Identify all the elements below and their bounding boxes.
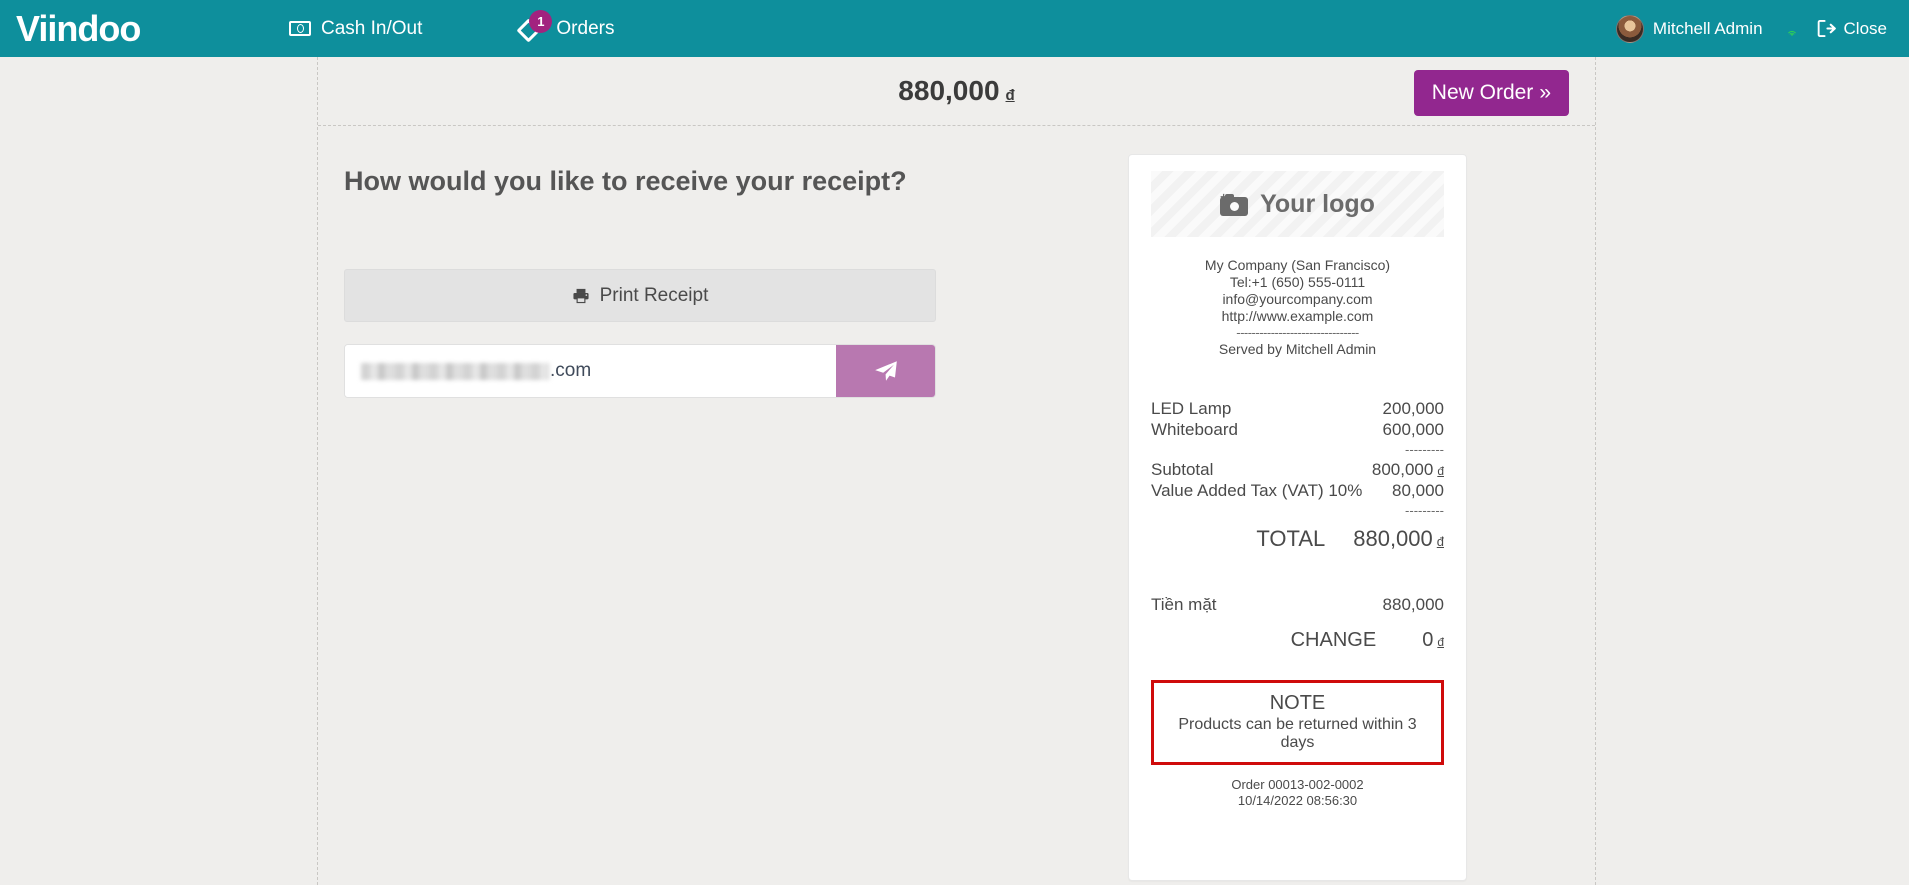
- order-total-currency: đ: [1006, 87, 1015, 104]
- close-label: Close: [1844, 19, 1887, 39]
- email-redacted-value: [361, 363, 549, 380]
- order-total-value: 880,000: [898, 75, 999, 107]
- nav-item-orders-label: Orders: [556, 18, 614, 40]
- receipt-item-name: LED Lamp: [1151, 399, 1231, 418]
- receipt-logo-label: Your logo: [1260, 190, 1375, 219]
- receipt-order-number: Order 00013-002-0002: [1151, 777, 1444, 793]
- receipt-paper: + Your logo My Company (San Francisco) T…: [1128, 154, 1467, 881]
- paper-plane-icon: [873, 358, 899, 384]
- receipt-company-phone: Tel:+1 (650) 555-0111: [1151, 274, 1444, 291]
- receipt-item-name: Whiteboard: [1151, 420, 1238, 439]
- nav-item-cash-in-out-label: Cash In/Out: [321, 18, 422, 40]
- page-title: How would you like to receive your recei…: [344, 166, 952, 197]
- new-order-label: New Order: [1432, 81, 1534, 105]
- ticket-icon: 1: [520, 16, 546, 42]
- receipt-tax-label: Value Added Tax (VAT) 10%: [1151, 481, 1362, 500]
- nav-item-cash-in-out[interactable]: Cash In/Out: [271, 0, 440, 57]
- receipt-options-panel: How would you like to receive your recei…: [318, 126, 978, 885]
- email-receipt-row: .com: [344, 344, 936, 398]
- receipt-subtotal-row: Subtotal 800,000 đ: [1151, 459, 1444, 480]
- order-summary-header: 880,000 đ New Order »: [318, 57, 1595, 126]
- receipt-payment-block: Tiền mặt 880,000 CHANGE 0 đ: [1151, 594, 1444, 652]
- receipt-total-row: TOTAL 880,000 đ: [1151, 520, 1444, 552]
- receipt-logo-placeholder[interactable]: + Your logo: [1151, 171, 1444, 237]
- receipt-screen: How would you like to receive your recei…: [318, 126, 1595, 885]
- receipt-total-value: 880,000: [1353, 526, 1433, 552]
- receipt-total-label: TOTAL: [1256, 526, 1325, 552]
- receipt-company-website: http://www.example.com: [1151, 308, 1444, 325]
- receipt-subtotal-currency: đ: [1437, 465, 1444, 478]
- cash-icon: [289, 21, 311, 36]
- receipt-item-amount: 200,000: [1383, 399, 1444, 418]
- printer-icon: [572, 288, 590, 304]
- receipt-footer-meta: Order 00013-002-0002 10/14/2022 08:56:30: [1151, 777, 1444, 810]
- receipt-payment-row: Tiền mặt 880,000: [1151, 594, 1444, 615]
- receipt-items-separator: ---------: [1151, 440, 1444, 459]
- order-total-amount: 880,000 đ: [898, 75, 1014, 107]
- receipt-subtotal-amount: 800,000 đ: [1372, 460, 1444, 479]
- receipt-company-name: My Company (San Francisco): [1151, 257, 1444, 274]
- receipt-payment-amount: 880,000: [1383, 595, 1444, 614]
- logout-icon: [1817, 20, 1836, 37]
- receipt-note-text: Products can be returned within 3 days: [1162, 716, 1433, 752]
- camera-icon: +: [1220, 192, 1250, 216]
- receipt-change-value: 0: [1422, 629, 1433, 652]
- receipt-served-by: Served by Mitchell Admin: [1151, 341, 1444, 358]
- receipt-item-amount: 600,000: [1383, 420, 1444, 439]
- email-domain-suffix: .com: [550, 360, 591, 382]
- nav-item-orders[interactable]: 1 Orders: [502, 0, 632, 57]
- receipt-divider: --------------------------------: [1151, 325, 1444, 341]
- receipt-subtotal-value: 800,000: [1372, 460, 1433, 479]
- avatar: [1616, 15, 1644, 43]
- receipt-company-email: info@yourcompany.com: [1151, 291, 1444, 308]
- receipt-subtotal-label: Subtotal: [1151, 460, 1213, 479]
- app-logo[interactable]: Viindoo: [16, 8, 216, 50]
- receipt-tax-row: Value Added Tax (VAT) 10% 80,000: [1151, 480, 1444, 501]
- print-receipt-button[interactable]: Print Receipt: [344, 269, 936, 322]
- top-navigation-bar: Viindoo Cash In/Out 1 Orders Mitchell Ad…: [0, 0, 1909, 57]
- orders-count-badge: 1: [529, 10, 552, 33]
- receipt-company-block: My Company (San Francisco) Tel:+1 (650) …: [1151, 257, 1444, 358]
- wifi-icon[interactable]: [1775, 16, 1809, 42]
- user-menu[interactable]: Mitchell Admin: [1604, 15, 1775, 43]
- chevron-double-right-icon: »: [1539, 81, 1551, 105]
- receipt-order-datetime: 10/14/2022 08:56:30: [1151, 793, 1444, 809]
- close-button[interactable]: Close: [1809, 19, 1895, 39]
- user-name-label: Mitchell Admin: [1653, 19, 1763, 39]
- send-email-button[interactable]: [836, 345, 935, 397]
- receipt-change-row: CHANGE 0 đ: [1151, 615, 1444, 652]
- email-input[interactable]: .com: [345, 345, 836, 397]
- receipt-change-amount: 0 đ: [1422, 629, 1444, 652]
- pos-content-frame: 880,000 đ New Order » How would you like…: [317, 57, 1596, 885]
- receipt-note-box: NOTE Products can be returned within 3 d…: [1151, 680, 1444, 765]
- receipt-item-row: Whiteboard 600,000: [1151, 419, 1444, 440]
- receipt-tax-amount: 80,000: [1392, 481, 1444, 500]
- receipt-items: LED Lamp 200,000 Whiteboard 600,000 ----…: [1151, 398, 1444, 552]
- receipt-item-row: LED Lamp 200,000: [1151, 398, 1444, 419]
- topbar-right-group: Mitchell Admin Close: [1604, 15, 1909, 43]
- receipt-totals-separator: ---------: [1151, 501, 1444, 520]
- print-receipt-label: Print Receipt: [600, 285, 709, 307]
- receipt-payment-label: Tiền mặt: [1151, 595, 1217, 614]
- receipt-change-label: CHANGE: [1291, 629, 1377, 652]
- receipt-total-currency: đ: [1437, 534, 1444, 549]
- receipt-total-amount: 880,000 đ: [1353, 526, 1444, 552]
- receipt-change-currency: đ: [1437, 635, 1444, 649]
- new-order-button[interactable]: New Order »: [1414, 70, 1569, 116]
- receipt-note-title: NOTE: [1162, 690, 1433, 716]
- receipt-preview-panel: + Your logo My Company (San Francisco) T…: [978, 126, 1595, 885]
